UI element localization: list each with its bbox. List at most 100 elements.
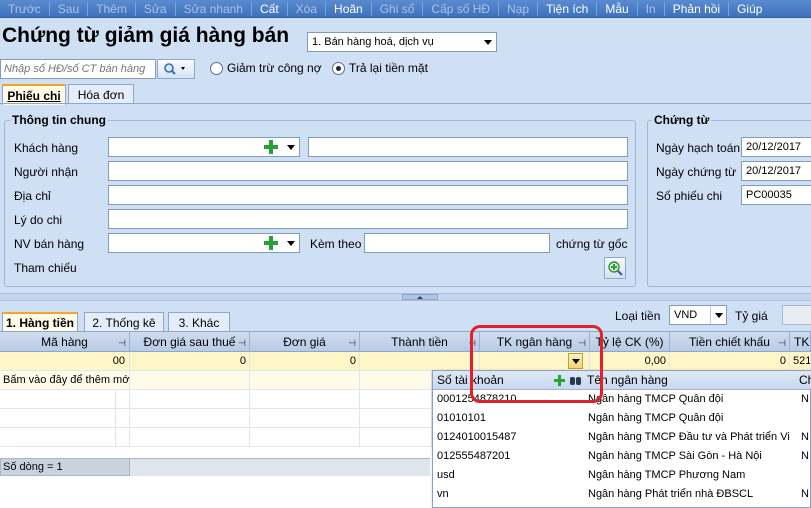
pin-icon[interactable]: ⊣ <box>778 338 786 349</box>
cell-discount-rate[interactable]: 0,00 <box>590 352 670 371</box>
toolbar-button[interactable]: Cất <box>252 2 287 16</box>
invoice-search-input[interactable] <box>0 59 156 79</box>
tab-statistics[interactable]: 2. Thống kê <box>84 312 164 332</box>
add-new-row-text[interactable]: Bấm vào đây để thêm mới <box>0 371 132 390</box>
recipient-field[interactable] <box>108 161 628 181</box>
toolbar-button[interactable]: Tiện ích <box>538 2 596 16</box>
list-item[interactable]: 012555487201 Ngân hàng TMCP Sài Gòn - Hà … <box>433 447 811 466</box>
tab-payment-voucher[interactable]: Phiếu chi <box>2 84 66 105</box>
footer-bar <box>130 458 430 476</box>
toolbar-button[interactable]: Trước <box>0 2 49 16</box>
list-item[interactable]: 0001254878210 Ngân hàng TMCP Quân đội N <box>433 390 811 409</box>
radio-circle <box>210 61 223 75</box>
toolbar-button[interactable]: Sửa nhanh <box>176 2 251 16</box>
bank-account-number: 012555487201 <box>437 450 511 462</box>
toolbar-button[interactable]: Phản hồi <box>665 2 728 16</box>
bank-account-chevron-down-icon[interactable] <box>568 353 583 369</box>
bank-name: Ngân hàng TMCP Quân đội <box>588 393 724 405</box>
toolbar-button[interactable]: Nạp <box>499 2 537 16</box>
grid-cell <box>250 371 360 390</box>
grid-cell <box>116 390 130 409</box>
attach-suffix-label: chứng từ gốc <box>556 237 628 251</box>
general-info-title: Thông tin chung <box>10 113 108 127</box>
toolbar-button[interactable]: Ghi sổ <box>372 2 423 16</box>
pin-icon[interactable]: ⊣ <box>348 338 356 349</box>
column-header[interactable]: Mã hàng ⊣ <box>0 332 130 352</box>
reference-button[interactable] <box>604 257 626 279</box>
column-header[interactable]: Tỷ lệ CK (%) <box>590 332 670 352</box>
add-salesperson-button[interactable] <box>261 234 281 252</box>
cell-unit-price[interactable]: 0 <box>250 352 360 371</box>
list-item[interactable]: 01010101 Ngân hàng TMCP Quân đội <box>433 409 811 428</box>
add-customer-button[interactable] <box>261 138 281 156</box>
tab-invoice[interactable]: Hóa đơn <box>68 84 134 104</box>
address-field[interactable] <box>108 185 628 205</box>
reason-field[interactable] <box>108 209 628 229</box>
radio-return-cash[interactable]: Trả lại tiền mặt <box>332 61 428 75</box>
toolbar-button[interactable]: In <box>638 2 664 16</box>
salesperson-chevron-down-icon[interactable] <box>283 234 299 252</box>
voucher-no-field[interactable]: PC00035 <box>741 185 811 205</box>
column-account-number[interactable]: Số tài khoản <box>433 371 508 390</box>
search-button[interactable] <box>157 59 195 79</box>
bank-extra: N <box>801 450 809 462</box>
panel-splitter[interactable] <box>0 293 811 301</box>
radio-reduce-debt[interactable]: Giảm trừ công nợ <box>210 61 322 75</box>
search-add-icon <box>608 261 623 276</box>
column-header[interactable]: TK ngân hàng ⊣ <box>480 332 590 352</box>
toolbar-button[interactable]: Thêm <box>88 2 135 16</box>
bank-account-number: 0001254878210 <box>437 393 517 405</box>
tab-goods-money[interactable]: 1. Hàng tiền <box>2 312 78 332</box>
customer-chevron-down-icon[interactable] <box>283 138 299 156</box>
bank-account-number: 0124010015487 <box>437 431 517 443</box>
posting-date-field[interactable]: 20/12/2017 <box>741 137 811 157</box>
toolbar-button[interactable]: Sửa <box>136 2 175 16</box>
grid-cell <box>130 428 250 447</box>
list-item[interactable]: 0124010015487 Ngân hàng TMCP Đầu tư và Ph… <box>433 428 811 447</box>
attach-count-field[interactable] <box>364 233 550 253</box>
column-header[interactable]: Tiền chiết khấu ⊣ <box>670 332 790 352</box>
customer-name-field[interactable] <box>308 137 628 157</box>
table-row[interactable]: 00 0 0 0,00 0 521 <box>0 352 811 371</box>
toolbar-button[interactable]: Xóa <box>288 2 325 16</box>
tab-other[interactable]: 3. Khác <box>168 312 230 332</box>
column-header[interactable]: Thành tiền ⊣ <box>360 332 480 352</box>
voucher-type-select[interactable]: 1. Bán hàng hoá, dịch vụ <box>307 32 497 52</box>
cell-qty-tail[interactable]: 00 <box>0 352 130 371</box>
collapse-handle[interactable] <box>402 294 438 300</box>
pin-icon[interactable]: ⊣ <box>468 338 476 349</box>
chevron-down-icon[interactable] <box>480 33 496 51</box>
toolbar-button[interactable]: Sau <box>50 2 87 16</box>
cell-discount-amount[interactable]: 0 <box>670 352 790 371</box>
exchange-rate-field[interactable] <box>782 305 811 325</box>
pin-icon[interactable]: ⊣ <box>238 338 246 349</box>
column-bank-name[interactable]: Tên ngân hàng <box>583 371 672 390</box>
toolbar-button[interactable]: Mẫu <box>597 2 636 16</box>
pin-icon[interactable]: ⊣ <box>578 338 586 349</box>
toolbar-button[interactable]: Giúp <box>729 2 770 16</box>
pin-icon[interactable]: ⊣ <box>118 338 126 349</box>
currency-select[interactable]: VND <box>669 305 727 325</box>
voucher-date-field[interactable]: 20/12/2017 <box>741 161 811 181</box>
add-bank-account-button[interactable] <box>554 375 565 389</box>
currency-chevron-down-icon[interactable] <box>710 306 726 324</box>
bank-name: Ngân hàng TMCP Đầu tư và Phát triển Vi <box>588 431 790 443</box>
grid-cell <box>0 409 116 428</box>
column-extra[interactable]: Ch <box>795 371 811 390</box>
list-item[interactable]: vn Ngân hàng Phát triển nhà ĐBSCL N <box>433 485 811 504</box>
reason-label: Lý do chi <box>14 213 63 227</box>
cell-tk[interactable]: 521 <box>790 352 811 371</box>
bank-name: Ngân hàng TMCP Phương Nam <box>588 469 746 481</box>
cell-amount[interactable] <box>360 352 480 371</box>
column-header[interactable]: Đơn giá sau thuế ⊣ <box>130 332 250 352</box>
column-header[interactable]: Đơn giá ⊣ <box>250 332 360 352</box>
column-header[interactable]: TK <box>790 332 811 352</box>
bank-account-dropdown[interactable]: Số tài khoản Tên ngân hàng Ch 0001254878… <box>432 370 811 508</box>
toolbar-button[interactable]: Cấp số HĐ <box>423 2 498 16</box>
cell-unit-price-after-tax[interactable]: 0 <box>130 352 250 371</box>
binoculars-icon[interactable] <box>570 375 582 386</box>
toolbar-button[interactable]: Hoãn <box>326 2 371 16</box>
list-item[interactable]: usd Ngân hàng TMCP Phương Nam <box>433 466 811 485</box>
plus-icon <box>554 375 565 386</box>
cell-bank-account[interactable] <box>480 352 590 371</box>
